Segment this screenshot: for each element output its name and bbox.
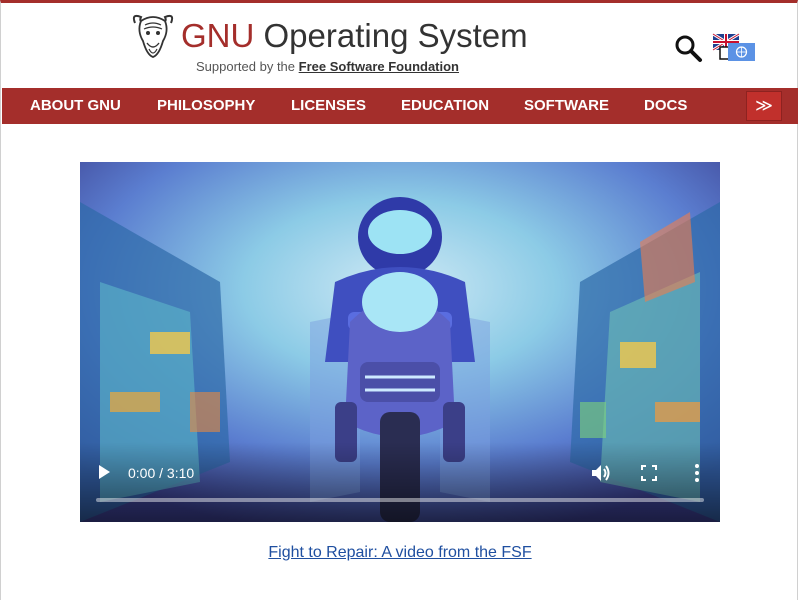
main-navigation: ABOUT GNU PHILOSOPHY LICENSES EDUCATION … bbox=[2, 88, 798, 124]
nav-item-about-gnu[interactable]: ABOUT GNU bbox=[30, 88, 121, 124]
site-title-rest: Operating System bbox=[263, 17, 528, 54]
video-time: 0:00 / 3:10 bbox=[128, 465, 195, 481]
site-header: GNU Operating System Supported by the Fr… bbox=[0, 3, 800, 87]
video-progress-bar[interactable] bbox=[96, 498, 704, 502]
supported-by: Supported by the Free Software Foundatio… bbox=[196, 59, 459, 74]
language-flags-icon[interactable] bbox=[712, 33, 756, 63]
fullscreen-icon[interactable] bbox=[640, 464, 658, 482]
supported-prefix: Supported by the bbox=[196, 59, 296, 74]
video-caption: Fight to Repair: A video from the FSF bbox=[0, 544, 800, 562]
magnifier-icon[interactable] bbox=[673, 33, 703, 63]
play-icon[interactable] bbox=[96, 462, 112, 482]
video-player[interactable]: 0:00 / 3:10 bbox=[80, 162, 720, 522]
nav-item-software[interactable]: SOFTWARE bbox=[524, 88, 609, 124]
more-options-icon[interactable] bbox=[688, 462, 706, 484]
volume-icon[interactable] bbox=[590, 462, 612, 484]
nav-item-licenses[interactable]: LICENSES bbox=[291, 88, 366, 124]
nav-more-button[interactable]: ≫ bbox=[746, 91, 782, 121]
site-title[interactable]: GNU Operating System bbox=[181, 17, 528, 55]
nav-item-education[interactable]: EDUCATION bbox=[401, 88, 489, 124]
nav-item-philosophy[interactable]: PHILOSOPHY bbox=[157, 88, 255, 124]
gnu-head-logo[interactable] bbox=[129, 11, 177, 59]
nav-item-docs[interactable]: DOCS bbox=[644, 88, 687, 124]
video-caption-link[interactable]: Fight to Repair: A video from the FSF bbox=[268, 544, 531, 561]
site-title-gnu: GNU bbox=[181, 17, 255, 54]
fsf-link[interactable]: Free Software Foundation bbox=[299, 59, 459, 74]
